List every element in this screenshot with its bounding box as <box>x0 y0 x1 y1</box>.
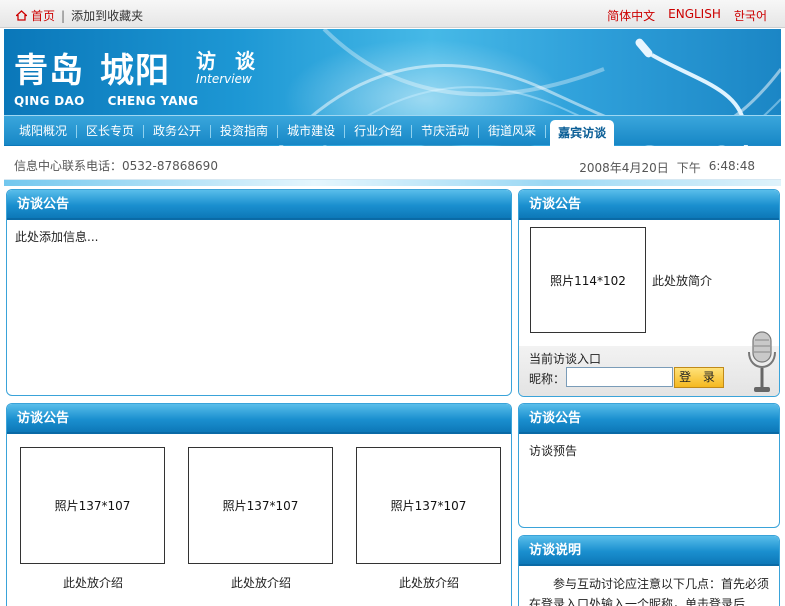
divider: | <box>61 8 66 23</box>
microphone-icon <box>748 331 776 392</box>
lang-korean[interactable]: 한국어 <box>734 7 767 24</box>
brand-subtitle-en: Interview <box>196 72 252 86</box>
brand-title-qingdao: 青岛 <box>14 51 84 91</box>
photo-item: 照片137*107 此处放介绍 <box>188 447 334 591</box>
nav-item-mayor[interactable]: 区长专页 <box>77 124 145 138</box>
announcement-panel-preview: 访谈公告 访谈预告 <box>518 403 780 528</box>
brand-subtitle: 访 谈 <box>196 49 261 73</box>
brand-pinyin-chengyang: CHENG YANG <box>107 94 199 108</box>
panel-content: 访谈预告 <box>529 444 578 458</box>
nickname-input[interactable] <box>566 367 673 387</box>
guest-photo-placeholder: 照片114*102 <box>530 227 646 333</box>
datetime: 2008年4月20日 下午 6:48:48 <box>579 159 755 176</box>
nav-item-guest-interview[interactable]: 嘉宾访谈 <box>550 120 615 146</box>
hotline-text: 信息中心联系电话：0532-87868690 <box>14 159 218 173</box>
login-button[interactable]: 登 录 <box>674 367 724 388</box>
photo-caption: 此处放介绍 <box>230 576 291 590</box>
brand-title-chengyang: 城阳 <box>100 51 170 91</box>
period-text: 下午 <box>676 161 701 175</box>
nav-item-construction[interactable]: 城市建设 <box>278 124 346 138</box>
photo-placeholder: 照片137*107 <box>20 447 165 564</box>
photo-placeholder: 照片137*107 <box>356 447 501 564</box>
login-box: 当前访谈入口 昵称： 登 录 <box>519 346 779 396</box>
time-text: 6:48:48 <box>708 159 755 173</box>
home-icon[interactable] <box>16 10 27 21</box>
add-bookmark-link[interactable]: 添加到收藏夹 <box>71 7 143 24</box>
nickname-label: 昵称： <box>529 372 566 386</box>
nav-item-overview[interactable]: 城阳概况 <box>10 124 78 138</box>
panel-title: 访谈说明 <box>519 536 779 566</box>
home-link[interactable]: 首页 <box>31 7 55 24</box>
current-interview-entry-label: 当前访谈入口 <box>529 352 602 366</box>
panel-title: 访谈公告 <box>519 190 779 220</box>
info-bar: 信息中心联系电话：0532-87868690 2008年4月20日 下午 6:4… <box>4 146 781 180</box>
nav-item-streets[interactable]: 街道风采 <box>479 124 547 138</box>
photo-item: 照片137*107 此处放介绍 <box>20 447 166 591</box>
main-nav: 城阳概况 区长专页 政务公开 投资指南 城市建设 行业介绍 节庆活动 街道风采 … <box>4 115 781 146</box>
interview-instructions-panel: 访谈说明 参与互动讨论应注意以下几点：首先必须在登录入口处输入一个昵称，单击登录… <box>518 535 780 606</box>
nav-item-industry[interactable]: 行业介绍 <box>345 124 413 138</box>
announcement-panel-login: 访谈公告 照片114*102 此处放简介 当前访谈入口 昵称： 登 录 <box>518 189 780 397</box>
photo-item: 照片137*107 此处放介绍 <box>356 447 502 591</box>
nav-item-festivals[interactable]: 节庆活动 <box>412 124 480 138</box>
panel-content: 此处添加信息... <box>15 230 99 244</box>
date-text: 2008年4月20日 <box>579 161 669 175</box>
panel-title: 访谈公告 <box>7 190 511 220</box>
photo-placeholder: 照片137*107 <box>188 447 333 564</box>
announcement-panel-photos: 访谈公告 照片137*107 此处放介绍 照片137*107 此处放介绍 照片1… <box>6 403 512 606</box>
lang-simplified-chinese[interactable]: 简体中文 <box>607 7 655 24</box>
brand-pinyin-qingdao: QING DAO <box>14 94 85 108</box>
nav-item-investment[interactable]: 投资指南 <box>211 124 279 138</box>
instructions-text: 参与互动讨论应注意以下几点：首先必须在登录入口处输入一个昵称，单击登录后 <box>529 577 770 606</box>
photo-caption: 此处放介绍 <box>62 576 123 590</box>
top-bar: 首页 | 添加到收藏夹 简体中文 ENGLISH 한국어 <box>0 0 785 28</box>
guest-intro: 此处放简介 <box>652 274 713 288</box>
announcement-panel-main: 访谈公告 此处添加信息... <box>6 189 512 396</box>
nav-item-government[interactable]: 政务公开 <box>144 124 212 138</box>
brand-logo: 青岛 城阳 访 谈 Interview QING DAO CHENG YANG <box>14 43 255 108</box>
panel-title: 访谈公告 <box>7 404 511 434</box>
lang-english[interactable]: ENGLISH <box>668 7 721 24</box>
panel-title: 访谈公告 <box>519 404 779 434</box>
header-stripe <box>4 180 781 186</box>
photo-caption: 此处放介绍 <box>398 576 459 590</box>
panel-content: 参与互动讨论应注意以下几点：首先必须在登录入口处输入一个昵称，单击登录后 <box>519 566 779 606</box>
